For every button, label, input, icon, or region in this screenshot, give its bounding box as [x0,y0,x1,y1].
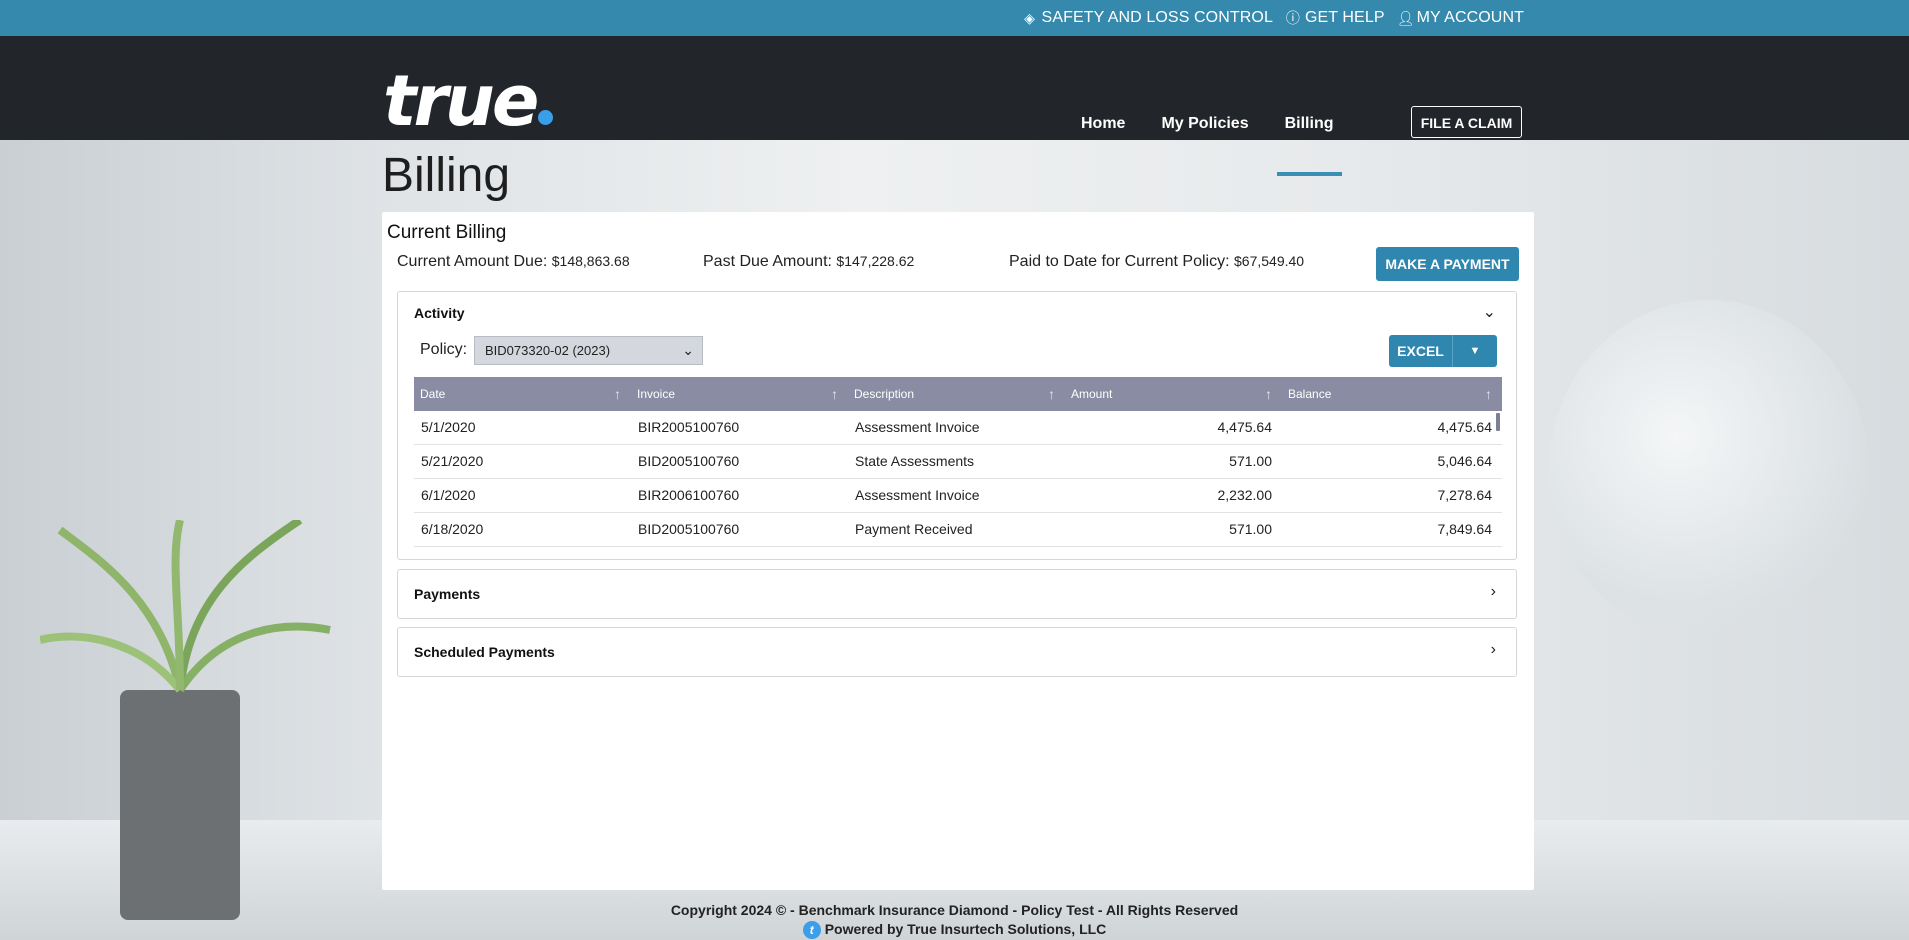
sort-arrow-icon: ↑ [831,386,838,402]
footer-copyright: Copyright 2024 © - Benchmark Insurance D… [670,902,1239,918]
cell-description: State Assessments [855,453,975,469]
logo-dot [538,110,554,125]
column-invoice[interactable]: Invoice ↑ [631,377,848,411]
background-plant [40,520,331,920]
excel-button[interactable]: EXCEL [1389,335,1452,367]
cell-description: Payment Received [855,521,973,537]
column-amount[interactable]: Amount ↑ [1065,377,1282,411]
cell-amount: 2,232.00 [1217,487,1273,503]
file-claim-button[interactable]: FILE A CLAIM [1411,106,1522,138]
column-invoice-label: Invoice [637,387,676,401]
sort-arrow-icon: ↑ [1048,386,1055,402]
nav-home[interactable]: Home [1063,104,1143,140]
paid-label: Paid to Date for Current Policy: [1009,253,1230,270]
column-amount-label: Amount [1071,387,1113,401]
cell-date: 5/1/2020 [421,419,476,435]
past-due-label: Past Due Amount: [703,253,832,270]
past-due-value: $147,228.62 [836,253,915,269]
paid-to-date: Paid to Date for Current Policy: $67,549… [1009,253,1304,271]
make-payment-button[interactable]: MAKE A PAYMENT [1376,247,1519,281]
amount-due-value: $148,863.68 [551,253,630,269]
powered-by-text: Powered by True Insurtech Solutions, LLC [824,921,1107,937]
column-description-label: Description [854,387,915,401]
payments-accordion[interactable]: Payments › [397,569,1517,619]
cell-invoice: BIR2005100760 [638,419,740,435]
past-due-amount: Past Due Amount: $147,228.62 [703,253,914,271]
help-link-label: GET HELP [1304,9,1385,26]
column-date-label: Date [420,387,446,401]
chevron-right-icon[interactable]: › [1491,583,1496,601]
safety-link-label: SAFETY AND LOSS CONTROL [1041,9,1273,26]
table-row[interactable]: 5/21/2020 BID2005100760 State Assessment… [414,445,1502,479]
grid-scrollbar[interactable] [1496,413,1500,431]
logo-text: true [383,60,539,142]
cell-description: Assessment Invoice [855,487,980,503]
cell-amount: 571.00 [1229,521,1272,537]
nav-my-policies[interactable]: My Policies [1143,104,1266,140]
cell-balance: 5,046.64 [1437,453,1493,469]
background-lamp [1549,300,1869,640]
chevron-right-icon[interactable]: › [1491,641,1496,659]
sort-arrow-icon: ↑ [1265,386,1272,402]
page-title: Billing [382,149,511,202]
chevron-down-icon[interactable]: ⌄ [1483,302,1496,322]
current-amount-due: Current Amount Due: $148,863.68 [397,253,630,271]
column-balance[interactable]: Balance ↑ [1282,377,1502,411]
cell-balance: 7,849.64 [1437,521,1493,537]
caret-down-icon: ▼ [1469,345,1481,357]
cell-balance: 4,475.64 [1437,419,1493,435]
excel-dropdown-button[interactable]: ▼ [1452,335,1497,367]
cell-balance: 7,278.64 [1437,487,1493,503]
sort-arrow-icon: ↑ [614,386,621,402]
scheduled-payments-accordion[interactable]: Scheduled Payments › [397,627,1517,677]
account-link-label: MY ACCOUNT [1416,9,1524,26]
sort-arrow-icon: ↑ [1485,386,1492,402]
user-icon: 👤︎ [1396,9,1415,26]
cell-invoice: BID2005100760 [638,521,740,537]
logo[interactable]: true [383,66,554,136]
policy-select[interactable]: BID073320-02 (2023) ⌄ [474,336,703,365]
cell-invoice: BIR2006100760 [638,487,740,503]
table-row[interactable]: 6/1/2020 BIR2006100760 Assessment Invoic… [414,479,1502,513]
cell-invoice: BID2005100760 [638,453,740,469]
cell-date: 6/18/2020 [421,521,484,537]
utility-bar: ◈ SAFETY AND LOSS CONTROL ⓘ GET HELP 👤︎ … [0,0,1909,36]
site-header: true Home My Policies Billing [0,36,1909,176]
excel-button-group: EXCEL ▼ [1389,335,1497,367]
current-billing-title: Current Billing [387,222,507,243]
policy-label: Policy: [420,341,468,358]
footer-powered: t Powered by True Insurtech Solutions, LL… [0,921,1909,940]
grid-header: Date ↑ Invoice ↑ Description ↑ Amount ↑ Bala… [414,377,1502,411]
my-account-link[interactable]: 👤︎ MY ACCOUNT [1397,9,1524,27]
column-description[interactable]: Description ↑ [848,377,1065,411]
get-help-link[interactable]: ⓘ GET HELP [1285,8,1385,28]
payments-title[interactable]: Payments [414,586,480,602]
diamond-icon: ◈ [1024,9,1035,26]
utility-links: ◈ SAFETY AND LOSS CONTROL ⓘ GET HELP 👤︎ … [1022,0,1524,36]
table-row[interactable]: 6/18/2020 BID2005100760 Payment Received… [414,513,1502,547]
cell-description: Assessment Invoice [855,419,980,435]
main-nav: Home My Policies Billing [1063,104,1352,176]
activity-grid: Date ↑ Invoice ↑ Description ↑ Amount ↑ Bala… [414,377,1502,547]
cell-amount: 571.00 [1229,453,1272,469]
cell-date: 5/21/2020 [421,453,484,469]
nav-billing[interactable]: Billing [1267,104,1352,176]
paid-value: $67,549.40 [1234,253,1305,269]
safety-loss-control-link[interactable]: ◈ SAFETY AND LOSS CONTROL [1022,9,1273,27]
table-row[interactable]: 5/1/2020 BIR2005100760 Assessment Invoic… [414,411,1502,445]
activity-accordion: Activity ⌄ Policy: BID073320-02 (2023) ⌄… [397,291,1517,560]
column-date[interactable]: Date ↑ [414,377,631,411]
chevron-down-icon: ⌄ [682,342,694,358]
policy-select-value: BID073320-02 (2023) [485,343,611,358]
cell-date: 6/1/2020 [421,487,476,503]
column-balance-label: Balance [1288,387,1332,401]
billing-panel: Current Billing Current Amount Due: $148… [382,212,1534,890]
scheduled-payments-title[interactable]: Scheduled Payments [414,644,555,660]
amount-due-label: Current Amount Due: [397,253,548,270]
activity-title[interactable]: Activity [414,305,465,321]
help-icon: ⓘ [1285,10,1300,26]
true-logo-icon: t [802,921,821,940]
cell-amount: 4,475.64 [1217,419,1273,435]
